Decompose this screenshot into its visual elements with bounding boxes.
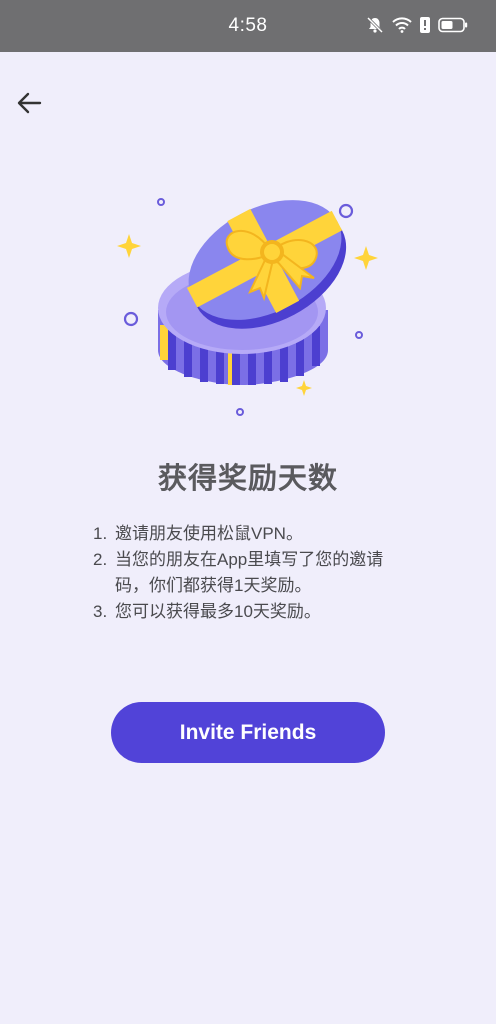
step-text: 您可以获得最多10天奖励。: [115, 602, 321, 621]
status-bar: 4:58: [0, 0, 496, 52]
reward-steps-list: 1. 邀请朋友使用松鼠VPN。 2. 当您的朋友在App里填写了您的邀请码，你们…: [93, 521, 413, 625]
list-item: 2. 当您的朋友在App里填写了您的邀请码，你们都获得1天奖励。: [93, 547, 413, 599]
invite-friends-button[interactable]: Invite Friends: [111, 702, 385, 763]
battery-icon: [438, 17, 468, 38]
gift-box-illustration: [110, 180, 390, 430]
gift-box-icon: [110, 198, 390, 434]
arrow-left-icon: [16, 92, 42, 119]
status-icons: [366, 16, 468, 39]
mute-bell-icon: [366, 16, 384, 39]
list-item: 3. 您可以获得最多10天奖励。: [93, 599, 413, 625]
step-number: 2.: [93, 550, 108, 569]
back-button[interactable]: [12, 88, 46, 122]
wifi-icon: [392, 17, 412, 38]
step-text: 邀请朋友使用松鼠VPN。: [115, 524, 303, 543]
reward-title: 获得奖励天数: [157, 463, 338, 495]
step-number: 3.: [93, 602, 108, 621]
step-number: 1.: [93, 524, 108, 543]
list-item: 1. 邀请朋友使用松鼠VPN。: [93, 521, 413, 547]
alert-icon: [420, 17, 430, 38]
step-text: 当您的朋友在App里填写了您的邀请码，你们都获得1天奖励。: [115, 550, 384, 595]
